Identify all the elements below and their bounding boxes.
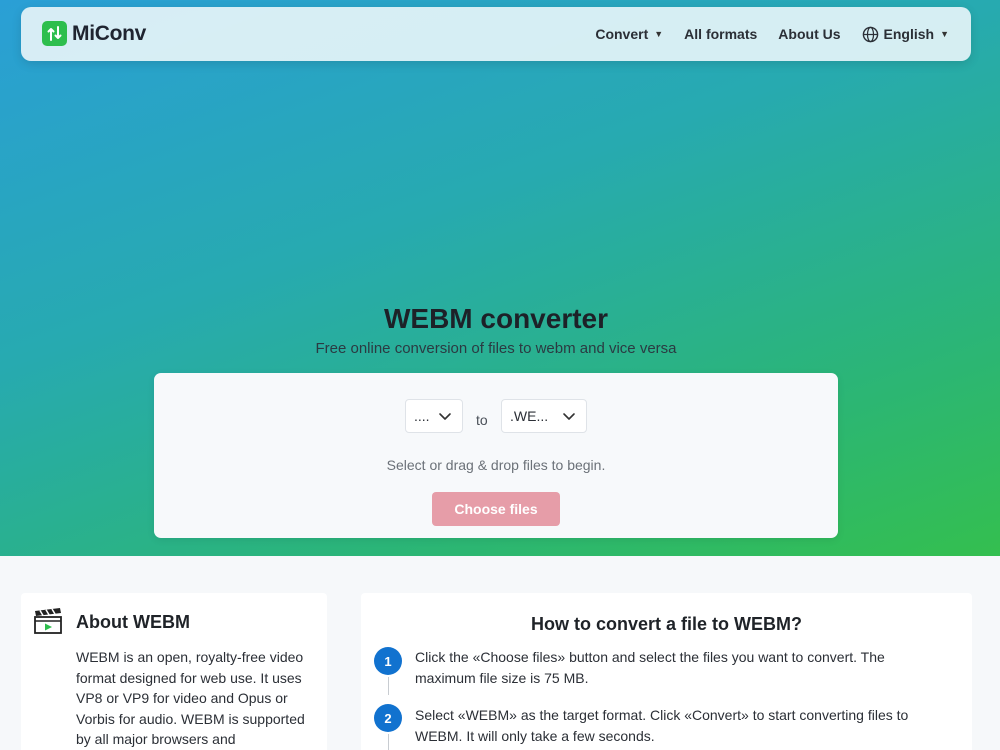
brand-logo-link[interactable]: MiConv <box>42 21 146 46</box>
brand-name: MiConv <box>72 21 147 45</box>
step-text: Select «WEBM» as the target format. Clic… <box>415 707 909 744</box>
globe-icon <box>862 26 878 42</box>
to-label: to <box>476 412 488 428</box>
step-number-badge: 1 <box>374 647 402 675</box>
step-number-badge: 2 <box>374 704 402 732</box>
caret-down-icon: ▼ <box>940 29 949 39</box>
how-to-section: How to convert a file to WEBM? 1 Click t… <box>361 593 972 750</box>
upload-hint: Select or drag & drop files to begin. <box>386 457 606 473</box>
nav-convert-label: Convert <box>595 26 649 42</box>
chevron-down-icon <box>439 413 451 420</box>
language-label: English <box>883 26 935 42</box>
logo-icon <box>42 21 67 46</box>
navbar: MiConv Convert ▼ All formats About Us En… <box>21 7 971 61</box>
nav-all-formats-link[interactable]: All formats <box>684 26 757 42</box>
nav-convert-dropdown[interactable]: Convert ▼ <box>595 26 663 42</box>
page-subtitle: Free online conversion of files to webm … <box>315 340 677 357</box>
nav-about-us-label: About Us <box>778 26 841 42</box>
source-format-select[interactable]: .... <box>405 399 463 433</box>
step-text: Click the «Choose files» button and sele… <box>415 649 885 686</box>
language-selector[interactable]: English ▼ <box>862 26 949 43</box>
nav-links: Convert ▼ All formats About Us English ▼ <box>574 7 949 61</box>
nav-about-us-link[interactable]: About Us <box>778 26 840 42</box>
step-connector <box>388 677 389 695</box>
caret-down-icon: ▼ <box>654 29 664 39</box>
about-title: About WEBM <box>76 612 190 632</box>
about-text: WEBM is an open, royalty-free video form… <box>76 649 305 747</box>
clapperboard-icon <box>34 608 62 634</box>
how-to-title: How to convert a file to WEBM? <box>530 614 802 634</box>
chevron-down-icon <box>563 413 575 420</box>
converter-card: .... to .WE... Select or drag & drop fil… <box>154 373 838 538</box>
choose-files-button[interactable]: Choose files <box>432 492 560 526</box>
target-format-select[interactable]: .WE... <box>501 399 587 433</box>
about-format-section: About WEBM WEBM is an open, royalty-free… <box>21 593 327 750</box>
target-format-value: .WE... <box>510 408 549 424</box>
step-connector <box>388 734 389 750</box>
page-title: WEBM converter <box>383 303 609 334</box>
source-format-value: .... <box>414 408 430 424</box>
nav-all-formats-label: All formats <box>684 26 758 42</box>
